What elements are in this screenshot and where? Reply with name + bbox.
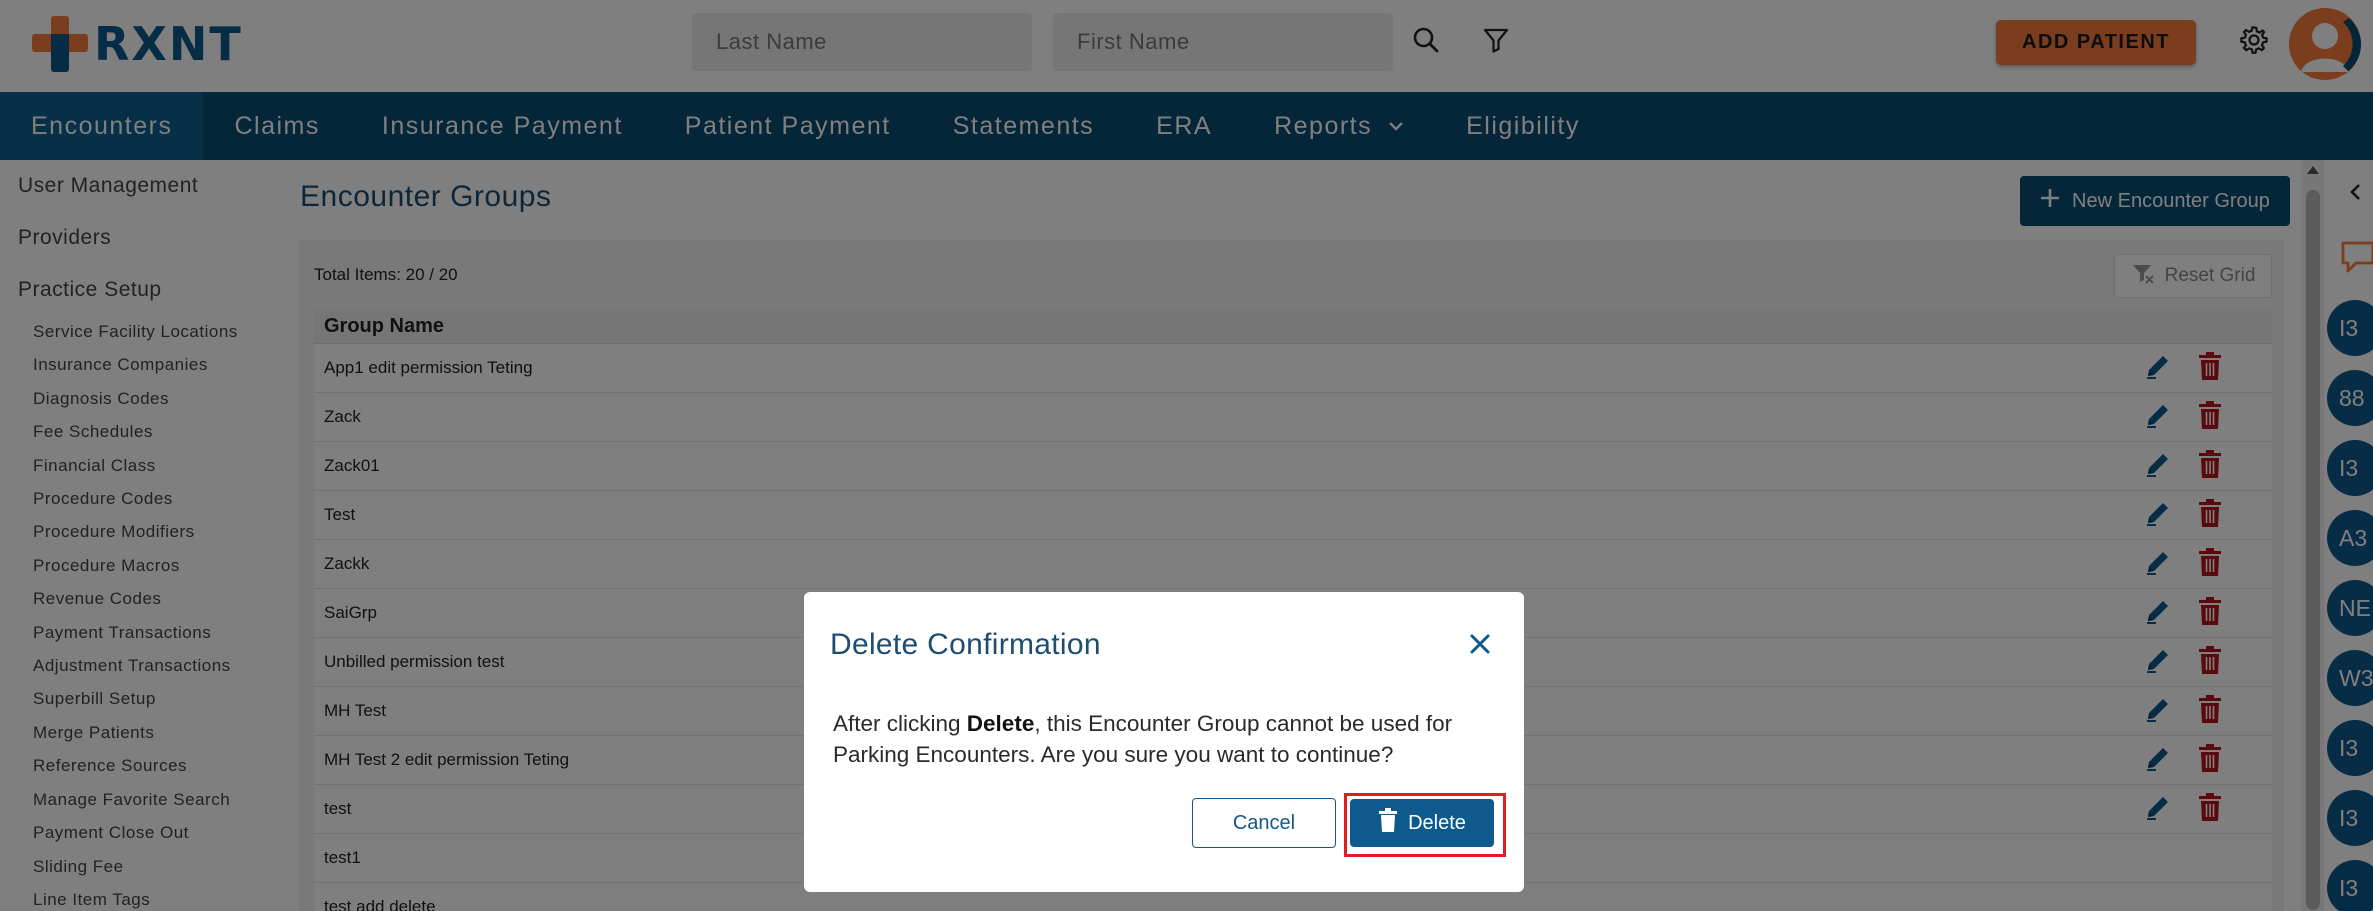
delete-confirmation-dialog: Delete Confirmation After clicking Delet… <box>804 592 1524 892</box>
dialog-message: After clicking Delete, this Encounter Gr… <box>833 708 1493 770</box>
message-bold: Delete <box>966 711 1035 736</box>
message-prefix: After clicking <box>833 711 967 736</box>
close-icon[interactable] <box>1464 628 1496 660</box>
cancel-button[interactable]: Cancel <box>1192 798 1336 848</box>
dialog-title: Delete Confirmation <box>830 628 1101 661</box>
delete-label: Delete <box>1408 811 1466 834</box>
delete-button[interactable]: Delete <box>1350 799 1494 847</box>
trash-icon <box>1378 808 1398 838</box>
